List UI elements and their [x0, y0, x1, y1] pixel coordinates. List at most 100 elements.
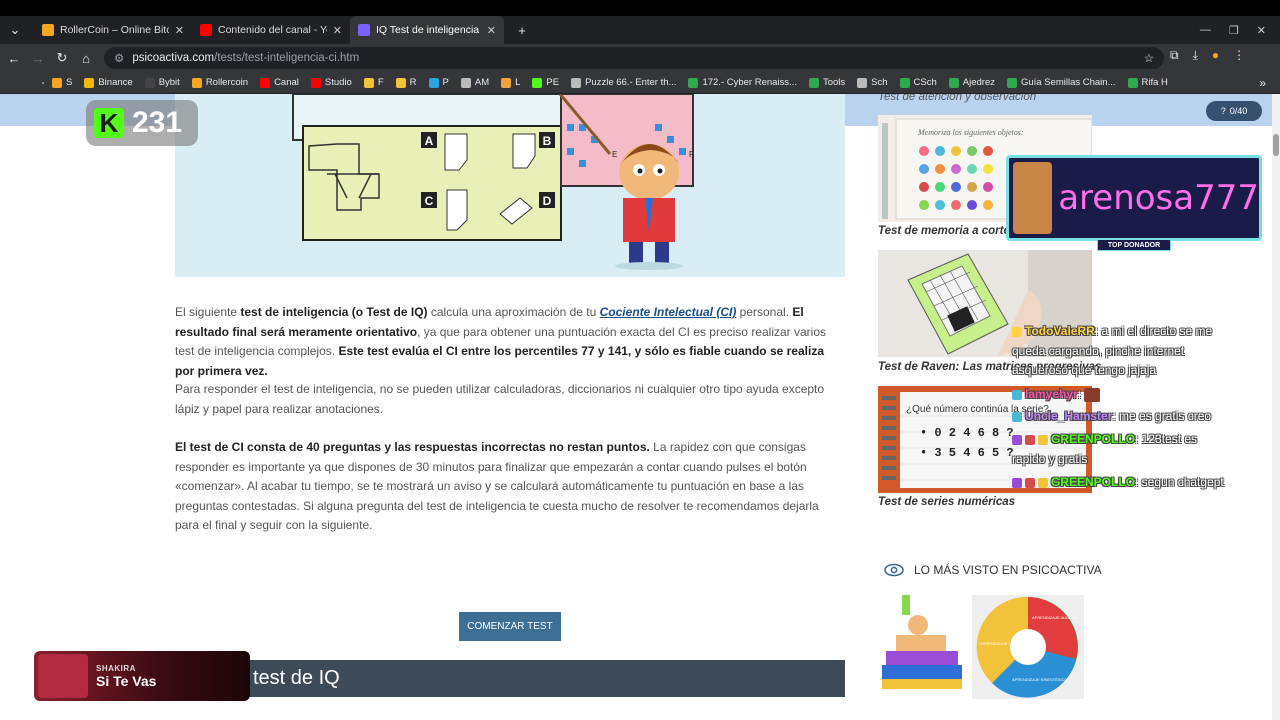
- scrollbar-track[interactable]: [1272, 94, 1280, 720]
- chat-badge-icon: [1012, 389, 1022, 400]
- bookmark-item[interactable]: 172.- Cyber Renaiss...: [684, 77, 801, 88]
- bookmark-item[interactable]: Rifa H: [1124, 77, 1172, 88]
- bookmark-star-icon[interactable]: ☆: [1144, 51, 1154, 65]
- forward-button[interactable]: →: [26, 46, 50, 70]
- close-window-icon[interactable]: ✕: [1257, 24, 1266, 37]
- bookmark-label: Rifa H: [1141, 77, 1168, 88]
- chat-text: :: [1077, 387, 1082, 401]
- bookmark-item[interactable]: Bybit: [141, 77, 184, 88]
- chat-badge-icon: [1012, 477, 1022, 488]
- chat-text: asqueroso que tengo jajaja: [1012, 363, 1157, 377]
- bookmark-label: P: [442, 77, 449, 88]
- bookmark-item[interactable]: Puzzle 66.- Enter th...: [567, 77, 680, 88]
- chat-username: GREENPOLLO: [1051, 432, 1136, 446]
- restore-icon[interactable]: ❐: [1229, 24, 1239, 37]
- tab-search-button[interactable]: ⌄: [2, 18, 28, 42]
- bookmark-item[interactable]: Studio: [307, 77, 356, 88]
- text-span: El siguiente: [175, 305, 241, 319]
- close-tab-icon[interactable]: ✕: [333, 24, 342, 37]
- minimize-icon[interactable]: —: [1200, 24, 1211, 37]
- bookmark-item[interactable]: Canal: [256, 77, 303, 88]
- series-test-caption[interactable]: Test de series numéricas: [878, 496, 1015, 508]
- top-donor-tag: TOP DONADOR: [1097, 239, 1171, 251]
- close-tab-icon[interactable]: ✕: [175, 24, 184, 37]
- address-bar[interactable]: ⚙ psicoactiva.com/tests/test-inteligenci…: [104, 47, 1164, 69]
- reload-button[interactable]: ↻: [50, 46, 74, 70]
- chat-message: Uncle_Hamster: me es gratis creo: [1012, 406, 1211, 426]
- album-art: [38, 654, 88, 698]
- help-icon: ?: [1220, 106, 1226, 116]
- new-tab-button[interactable]: +: [510, 18, 534, 42]
- chat-badge-icon: [1038, 434, 1048, 445]
- bookmark-item[interactable]: S: [48, 77, 76, 88]
- profile-extension-icon[interactable]: ●: [1212, 48, 1219, 63]
- wheel-label-visual: APRENDIZAJE VISUAL: [980, 641, 1024, 646]
- browser-tab[interactable]: RollerCoin – Online Bitcoin Mining ✕: [34, 16, 192, 44]
- bookmark-item[interactable]: PE: [528, 77, 563, 88]
- donor-avatar: [1013, 162, 1053, 234]
- bookmark-item[interactable]: Tools: [805, 77, 849, 88]
- tab-title: RollerCoin – Online Bitcoin Mining: [60, 24, 169, 36]
- site-info-icon[interactable]: ⚙: [114, 51, 124, 65]
- chat-message-continued: asqueroso que tengo jajaja: [1012, 360, 1156, 380]
- series-row-2: • 3 5 4 6 5 ?: [920, 446, 1014, 460]
- bookmark-item[interactable]: Rollercoin: [188, 77, 252, 88]
- chat-text: queda cargando, pinche internet: [1012, 344, 1185, 358]
- bold-span: El test de CI consta de 40 preguntas y l…: [175, 440, 650, 454]
- browser-tab-active[interactable]: IQ Test de inteligencia CI ▷ Cal ✕: [350, 16, 504, 44]
- bookmark-item[interactable]: AM: [457, 77, 493, 88]
- plus-icon: +: [518, 22, 526, 38]
- extensions-icon[interactable]: ⧉: [1170, 48, 1179, 63]
- rollercoin-favicon-icon: [42, 24, 54, 36]
- tab-title: Contenido del canal - YouTube St: [218, 24, 327, 36]
- bookmark-item[interactable]: Ajedrez: [945, 77, 999, 88]
- series-row-1: • 0 2 4 6 8 ?: [920, 426, 1014, 440]
- back-button[interactable]: ←: [2, 46, 26, 70]
- sidebar-top-caption[interactable]: Test de atención y observación: [878, 94, 1036, 103]
- counter-value: 0/40: [1229, 106, 1248, 116]
- bookmark-favicon-icon: [1006, 77, 1017, 88]
- more-bookmarks-icon[interactable]: »: [1259, 76, 1266, 90]
- chat-text: : 123test es: [1135, 432, 1198, 446]
- bookmark-label: Puzzle 66.- Enter th...: [585, 77, 677, 88]
- bookmarks-bar: S Binance Bybit Rollercoin Canal Studio F R P AM L…: [0, 72, 1280, 94]
- chat-badge-icon: [1012, 434, 1022, 445]
- download-icon[interactable]: ⤓: [1193, 48, 1198, 63]
- ci-link[interactable]: Cociente Intelectual (CI): [600, 305, 737, 319]
- chat-text: rapido y gratis: [1012, 452, 1088, 466]
- chat-message: lamyehyr:: [1012, 384, 1103, 404]
- bookmark-item[interactable]: Binance: [80, 77, 136, 88]
- now-playing-overlay: SHAKIRA Si Te Vas: [34, 651, 250, 701]
- memory-test-caption[interactable]: Test de memoria a corto p: [878, 225, 1021, 237]
- home-button[interactable]: ⌂: [74, 46, 98, 70]
- bookmark-label: Bybit: [158, 77, 180, 88]
- learning-styles-thumbnail[interactable]: APRENDIZAJE AUDITIVO APRENDIZAJE VISUAL …: [972, 595, 1084, 699]
- address-host: psicoactiva.com: [132, 52, 215, 64]
- wheel-label-kinestesico: APRENDIZAJE KINESTÉSICO: [1012, 677, 1068, 682]
- bookmark-label: Ajedrez: [962, 77, 995, 88]
- x-icon[interactable]: [42, 81, 44, 84]
- menu-icon[interactable]: ⋮: [1233, 48, 1245, 63]
- start-test-button[interactable]: COMENZAR TEST: [459, 612, 561, 641]
- bookmark-item[interactable]: CSch: [896, 77, 941, 88]
- bookmark-favicon-icon: [395, 77, 406, 88]
- browser-tab[interactable]: Contenido del canal - YouTube St ✕: [192, 16, 350, 44]
- psicoactiva-favicon-icon: [358, 24, 370, 36]
- section-heading-text: test de IQ: [253, 667, 340, 689]
- books-thumbnail[interactable]: [878, 595, 966, 699]
- hero-image: A B C D E F: [175, 94, 845, 277]
- bookmark-label: Sch: [871, 77, 888, 88]
- bookmark-label: L: [515, 77, 521, 88]
- bookmark-item[interactable]: Guía Semillas Chain...: [1003, 77, 1120, 88]
- bookmark-item[interactable]: P: [425, 77, 453, 88]
- bookmark-item[interactable]: R: [392, 77, 421, 88]
- bookmark-item[interactable]: Sch: [853, 77, 891, 88]
- bookmark-item[interactable]: F: [360, 77, 388, 88]
- eye-icon: [884, 563, 904, 577]
- scrollbar-thumb[interactable]: [1273, 134, 1279, 156]
- bookmark-favicon-icon: [428, 77, 439, 88]
- memory-image-title: Memoriza los siguientes objetos:: [917, 128, 1024, 137]
- bookmark-label: PE: [546, 77, 560, 88]
- close-tab-icon[interactable]: ✕: [487, 24, 496, 37]
- bookmark-item[interactable]: L: [497, 77, 524, 88]
